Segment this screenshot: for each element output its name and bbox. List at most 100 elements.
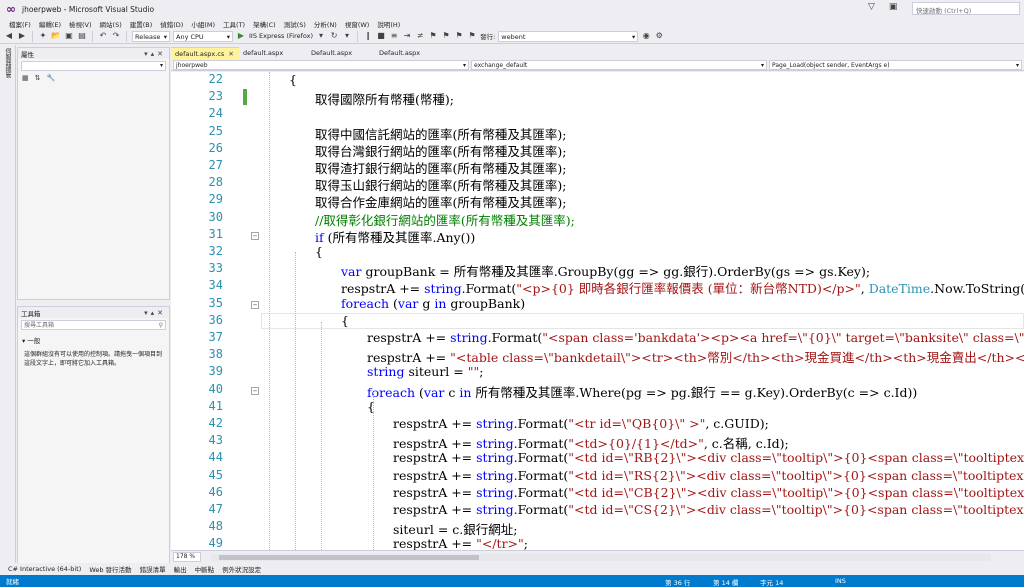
zoom-select[interactable]: 178 % — [173, 552, 201, 562]
bottom-tool-tab[interactable]: Web 發行活動 — [85, 564, 135, 574]
categorized-icon[interactable]: ▦ — [22, 74, 29, 82]
horizontal-scrollbar[interactable] — [211, 553, 991, 561]
code-line[interactable]: 取得中國信託網站的匯率(所有幣種及其匯率); — [315, 124, 566, 143]
stop-icon[interactable]: ■ — [376, 30, 386, 42]
code-line[interactable]: respstrA += string.Format("<td id=\"CS{2… — [393, 502, 1024, 517]
code-line[interactable]: { — [315, 244, 323, 259]
code-line[interactable]: 取得渣打銀行網站的匯率(所有幣種及其匯率); — [315, 158, 566, 177]
open-file-icon[interactable]: 📂 — [51, 30, 61, 42]
document-tab[interactable]: default.aspx — [239, 47, 307, 59]
close-icon[interactable]: ✕ — [228, 50, 233, 58]
settings-icon[interactable]: ⚙ — [654, 30, 664, 42]
code-line[interactable]: respstrA += string.Format("<span class='… — [367, 330, 1024, 345]
pause-icon[interactable]: ❙ — [363, 30, 373, 42]
code-line[interactable]: 取得合作金庫網站的匯率(所有幣種及其匯率); — [315, 192, 566, 211]
panel-controls[interactable]: ▾▴✕ — [144, 50, 166, 58]
document-tab[interactable]: Default.aspx — [375, 47, 443, 59]
indent-icon[interactable]: ⇥ — [402, 30, 412, 42]
globe-icon[interactable]: ◉ — [641, 30, 651, 42]
code-line[interactable]: if (所有幣種及其匯率.Any()) — [315, 227, 475, 246]
code-line[interactable]: foreach (var c in 所有幣種及其匯率.Where(pg => p… — [367, 382, 917, 401]
bottom-tool-tab[interactable]: 中斷點 — [191, 564, 219, 574]
chevron-down-icon[interactable]: ▾ — [316, 30, 326, 42]
menu-item[interactable]: 分析(N) — [310, 19, 341, 29]
code-editor[interactable]: 22 {23 取得國際所有幣種(幣種); 24 25 取得中國信託網站的匯率(所有幣種及其… — [171, 72, 1024, 550]
code-line[interactable]: respstrA += "<table class=\"bankdetail\"… — [367, 347, 1024, 366]
format-icon[interactable]: ≡ — [389, 30, 399, 42]
code-line[interactable]: respstrA += string.Format("<p>{0} 即時各銀行匯… — [341, 278, 1024, 297]
comment-icon[interactable]: ≠ — [415, 30, 425, 42]
quick-launch-icon[interactable]: ▣ — [889, 2, 898, 12]
code-line[interactable]: { — [289, 72, 297, 87]
properties-object-select[interactable]: ▾ — [21, 61, 166, 71]
panel-controls[interactable]: ▾▴✕ — [144, 309, 166, 317]
bottom-tool-tab[interactable]: 錯誤清單 — [136, 564, 170, 574]
start-debug-icon[interactable]: ▶ — [236, 30, 246, 42]
alphabetical-icon[interactable]: ⇅ — [35, 74, 41, 82]
code-line[interactable]: var groupBank = 所有幣種及其匯率.GroupBy(gg => g… — [341, 261, 870, 280]
member-select[interactable]: Page_Load(object sender, EventArgs e) ▾ — [769, 59, 1022, 70]
save-all-icon[interactable]: ▤ — [77, 30, 87, 42]
code-line[interactable]: respstrA += string.Format("<td id=\"CB{2… — [393, 485, 1024, 500]
filter-icon[interactable]: ▽ — [868, 2, 875, 12]
toolbox-search-input[interactable]: 搜尋工具箱 ⚲ — [21, 320, 166, 330]
bottom-tool-tab[interactable]: 例外狀況設定 — [218, 564, 265, 574]
code-line[interactable]: 取得台灣銀行網站的匯率(所有幣種及其匯率); — [315, 141, 566, 160]
bookmark-prev-icon[interactable]: ⚑ — [441, 30, 451, 42]
class-select[interactable]: exchange_default ▾ — [471, 59, 767, 70]
code-line[interactable]: respstrA += string.Format("<tr id=\"QB{0… — [393, 416, 769, 431]
solution-platform-select[interactable]: Any CPU ▾ — [173, 30, 233, 42]
collapse-icon[interactable]: − — [251, 386, 259, 395]
save-icon[interactable]: ▣ — [64, 30, 74, 42]
publish-target-select[interactable]: webent ▾ — [498, 30, 639, 42]
bottom-tool-tab[interactable]: 輸出 — [170, 564, 191, 574]
code-line[interactable]: { — [341, 313, 349, 328]
document-tab[interactable]: default.aspx.cs ✕ — [171, 47, 239, 59]
refresh-icon[interactable]: ↻ — [329, 30, 339, 42]
code-line[interactable]: siteurl = c.銀行網址; — [393, 519, 517, 538]
menu-item[interactable]: 架構(C) — [249, 19, 280, 29]
scrollbar-thumb[interactable] — [219, 554, 479, 560]
menu-item[interactable]: 編輯(E) — [35, 19, 65, 29]
solution-config-select[interactable]: Release ▾ — [132, 30, 170, 42]
menu-item[interactable]: 小組(M) — [187, 19, 219, 29]
code-line[interactable]: 取得國際所有幣種(幣種); — [315, 89, 454, 108]
project-select[interactable]: jhoerpweb ▾ — [173, 59, 469, 70]
code-line[interactable]: string siteurl = ""; — [367, 364, 483, 379]
code-line[interactable]: respstrA += string.Format("<td id=\"RB{2… — [393, 450, 1024, 465]
new-project-icon[interactable]: ✦ — [38, 30, 48, 42]
bookmark-clear-icon[interactable]: ⚑ — [467, 30, 477, 42]
undo-icon[interactable]: ↶ — [98, 30, 108, 42]
bookmark-icon[interactable]: ⚑ — [428, 30, 438, 42]
bookmark-next-icon[interactable]: ⚑ — [454, 30, 464, 42]
menu-item[interactable]: 網站(S) — [96, 19, 126, 29]
document-tab[interactable]: Default.aspx — [307, 47, 375, 59]
code-line[interactable]: //取得彰化銀行網站的匯率(所有幣種及其匯率); — [315, 210, 575, 229]
server-explorer-tab[interactable]: 伺服器總管 — [3, 48, 12, 78]
menu-item[interactable]: 測試(S) — [280, 19, 310, 29]
menu-item[interactable]: 說明(H) — [373, 19, 404, 29]
chevron-down-icon: ▾ — [760, 61, 764, 69]
quick-launch-input[interactable]: 快速啟動 (Ctrl+Q) — [912, 2, 1020, 15]
back-icon[interactable]: ◀ — [4, 30, 14, 42]
chevron-down-icon[interactable]: ▾ — [342, 30, 352, 42]
collapse-icon[interactable]: − — [251, 231, 259, 240]
menu-item[interactable]: 檔案(F) — [5, 19, 35, 29]
code-line[interactable]: respstrA += string.Format("<td id=\"RS{2… — [393, 468, 1024, 483]
bottom-tool-tab[interactable]: C# Interactive (64-bit) — [4, 565, 85, 573]
wrench-icon[interactable]: 🔧 — [47, 74, 56, 82]
toolbox-group-general[interactable]: ▾ 一般 — [18, 332, 169, 348]
menu-item[interactable]: 視窗(W) — [341, 19, 374, 29]
menu-item[interactable]: 檢視(V) — [65, 19, 96, 29]
menu-item[interactable]: 建置(B) — [126, 19, 157, 29]
code-line[interactable]: foreach (var g in groupBank) — [341, 296, 525, 311]
menu-item[interactable]: 工具(T) — [219, 19, 249, 29]
forward-icon[interactable]: ▶ — [17, 30, 27, 42]
collapse-icon[interactable]: − — [251, 300, 259, 309]
code-line[interactable]: 取得玉山銀行網站的匯率(所有幣種及其匯率); — [315, 175, 566, 194]
redo-icon[interactable]: ↷ — [111, 30, 121, 42]
code-line[interactable]: respstrA += "</tr>"; — [393, 536, 528, 550]
run-target-label[interactable]: IIS Express (Firefox) — [249, 32, 313, 40]
code-line[interactable]: respstrA += string.Format("<td>{0}/{1}</… — [393, 433, 789, 452]
menu-item[interactable]: 偵錯(D) — [156, 19, 187, 29]
